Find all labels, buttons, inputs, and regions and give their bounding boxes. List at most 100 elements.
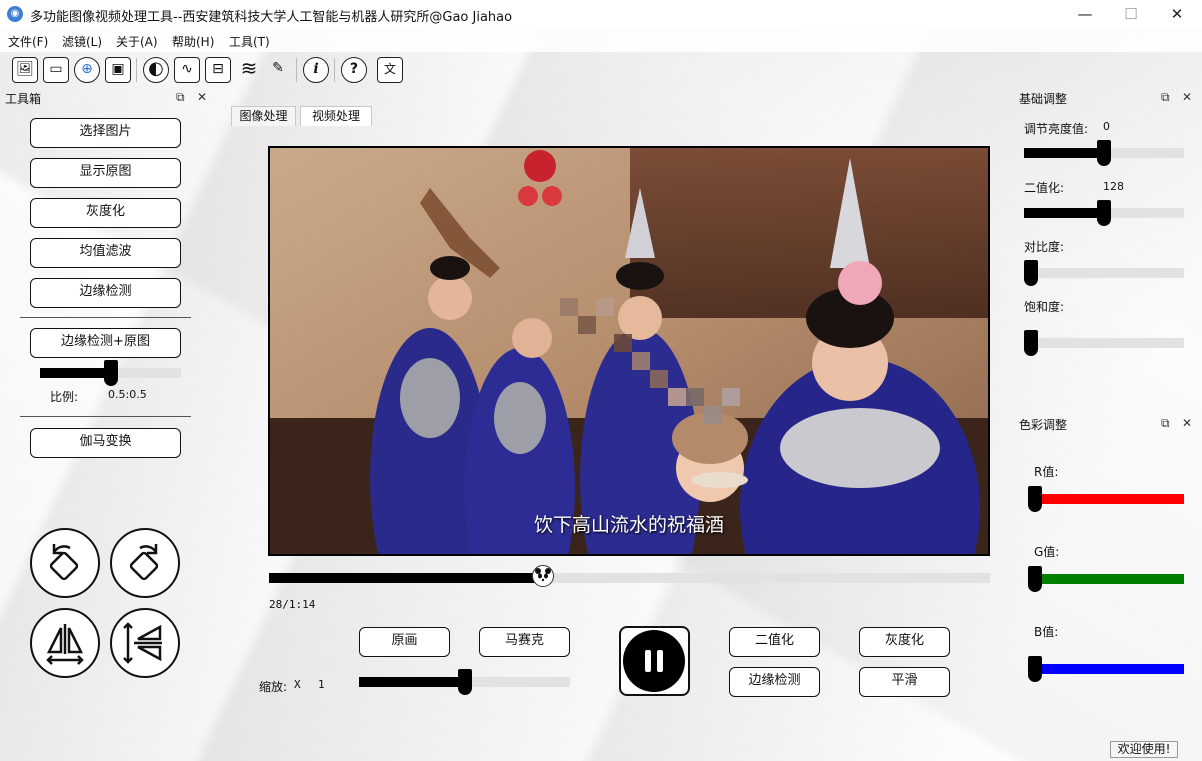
pause-icon	[623, 630, 685, 692]
edge-detect-button[interactable]: 边缘检测	[30, 278, 181, 308]
close-icon[interactable]: ✕	[1182, 90, 1192, 104]
menu-tools[interactable]: 工具(T)	[229, 33, 270, 50]
float-icon[interactable]: ⧉	[1161, 416, 1170, 431]
binary-label: 二值化:	[1024, 181, 1065, 195]
minimize-button[interactable]: —	[1062, 0, 1108, 28]
color-adjust-panel: 色彩调整 ⧉ ✕ R值: G值: B值:	[1015, 414, 1202, 734]
menu-bar: 文件(F) 滤镜(L) 关于(A) 帮助(H) 工具(T)	[0, 28, 1202, 52]
edge-blend-button[interactable]: 边缘检测+原图	[30, 328, 181, 358]
slider-fill	[359, 677, 465, 687]
adjust-icon[interactable]: ⊟	[205, 57, 231, 83]
contrast-icon[interactable]: ◐	[143, 57, 169, 83]
contrast-label: 对比度:	[1024, 240, 1065, 254]
menu-file[interactable]: 文件(F)	[8, 33, 48, 50]
close-button[interactable]: ✕	[1154, 0, 1200, 28]
float-icon[interactable]: ⧉	[1161, 90, 1170, 105]
binary-value: 128	[1103, 180, 1124, 193]
r-label: R值:	[1034, 465, 1059, 479]
slider-handle[interactable]	[457, 669, 472, 695]
basic-adjust-panel: 基础调整 ⧉ ✕ 调节亮度值: 0 二值化: 128 对比度: 饱和度:	[1015, 88, 1202, 408]
close-icon[interactable]: ✕	[197, 90, 207, 104]
tab-image-processing[interactable]: 图像处理	[231, 106, 296, 126]
zoom-value: 1	[318, 678, 325, 691]
contrast-slider[interactable]	[1024, 260, 1184, 286]
video-camera-icon[interactable]: ▭	[43, 57, 69, 83]
color-adjust-title: 色彩调整	[1019, 418, 1068, 432]
slider-handle[interactable]	[1097, 200, 1111, 226]
brightness-value: 0	[1103, 120, 1110, 133]
help-icon[interactable]: ?	[341, 57, 367, 83]
r-slider[interactable]	[1028, 486, 1184, 512]
play-pause-button[interactable]	[619, 626, 690, 696]
zoom-icon[interactable]: ⊕	[74, 57, 100, 83]
saturation-slider[interactable]	[1024, 330, 1184, 356]
b-label: B值:	[1034, 625, 1059, 639]
binary-slider[interactable]	[1024, 200, 1184, 226]
float-icon[interactable]: ⧉	[176, 90, 185, 105]
ratio-label: 比例:	[50, 390, 79, 404]
ratio-slider[interactable]	[40, 360, 181, 386]
smooth-button[interactable]: 平滑	[859, 667, 950, 697]
toolbar-separator	[296, 58, 297, 82]
progress-fill	[269, 573, 543, 583]
menu-help[interactable]: 帮助(H)	[172, 33, 214, 50]
toolbar-separator	[334, 58, 335, 82]
slider-handle[interactable]	[103, 360, 118, 386]
saturation-label: 饱和度:	[1024, 300, 1065, 314]
menu-about[interactable]: 关于(A)	[116, 33, 158, 50]
mosaic-button[interactable]: 马赛克	[479, 627, 570, 657]
tab-video-processing[interactable]: 视频处理	[300, 106, 372, 126]
toolbox-panel: 工具箱 ⧉ ✕ 选择图片 显示原图 灰度化 均值滤波 边缘检测 边缘检测+原图 …	[0, 88, 215, 738]
slider-handle[interactable]	[1028, 656, 1042, 682]
pen-icon[interactable]: ✎	[265, 57, 291, 83]
rotate-right-icon[interactable]	[110, 528, 180, 598]
panda-handle-icon[interactable]	[531, 565, 554, 587]
wave-icon[interactable]: ∿	[174, 57, 200, 83]
save-icon[interactable]: ▣	[105, 57, 131, 83]
close-icon[interactable]: ✕	[1182, 416, 1192, 430]
gamma-button[interactable]: 伽马变换	[30, 428, 181, 458]
status-message: 欢迎使用!	[1110, 741, 1178, 758]
rotate-left-icon[interactable]	[30, 528, 100, 598]
grayscale-video-button[interactable]: 灰度化	[859, 627, 950, 657]
mean-filter-button[interactable]: 均值滤波	[30, 238, 181, 268]
video-progress-slider[interactable]	[269, 565, 990, 587]
basic-adjust-title: 基础调整	[1019, 92, 1068, 106]
select-image-button[interactable]: 选择图片	[30, 118, 181, 148]
slider-handle[interactable]	[1028, 566, 1042, 592]
slider-handle[interactable]	[1024, 260, 1038, 286]
binarize-button[interactable]: 二值化	[729, 627, 820, 657]
maximize-button[interactable]: ☐	[1108, 0, 1154, 28]
divider	[20, 317, 191, 318]
g-slider[interactable]	[1028, 566, 1184, 592]
brightness-slider[interactable]	[1024, 140, 1184, 166]
g-label: G值:	[1034, 545, 1060, 559]
video-time: 28/1:14	[269, 598, 316, 611]
toolbar: 🖼 ▭ ⊕ ▣ ◐ ∿ ⊟ ≋ ✎ i ? 文	[0, 52, 1202, 86]
layers-icon[interactable]: ≋	[236, 57, 262, 83]
translate-icon[interactable]: 文	[377, 57, 403, 83]
info-icon[interactable]: i	[303, 57, 329, 83]
original-video-button[interactable]: 原画	[359, 627, 450, 657]
toolbar-separator	[136, 58, 137, 82]
app-icon: ◉	[7, 6, 23, 22]
zoom-slider[interactable]	[359, 669, 570, 695]
flip-horizontal-icon[interactable]	[30, 608, 100, 678]
menu-filter[interactable]: 滤镜(L)	[62, 33, 102, 50]
grayscale-button[interactable]: 灰度化	[30, 198, 181, 228]
open-image-icon[interactable]: 🖼	[12, 57, 38, 83]
toolbox-title: 工具箱	[5, 92, 42, 106]
ratio-value: 0.5:0.5	[108, 388, 147, 401]
edge-detect-video-button[interactable]: 边缘检测	[729, 667, 820, 697]
brightness-label: 调节亮度值:	[1024, 122, 1089, 136]
show-original-button[interactable]: 显示原图	[30, 158, 181, 188]
flip-vertical-icon[interactable]	[110, 608, 180, 678]
slider-handle[interactable]	[1024, 330, 1038, 356]
window-title: 多功能图像视频处理工具--西安建筑科技大学人工智能与机器人研究所@Gao Jia…	[30, 10, 513, 25]
slider-handle[interactable]	[1028, 486, 1042, 512]
slider-handle[interactable]	[1097, 140, 1111, 166]
b-slider[interactable]	[1028, 656, 1184, 682]
video-subtitle: 饮下高山流水的祝福酒	[533, 514, 724, 536]
video-frame: 饮下高山流水的祝福酒	[268, 146, 990, 556]
divider	[20, 416, 191, 417]
